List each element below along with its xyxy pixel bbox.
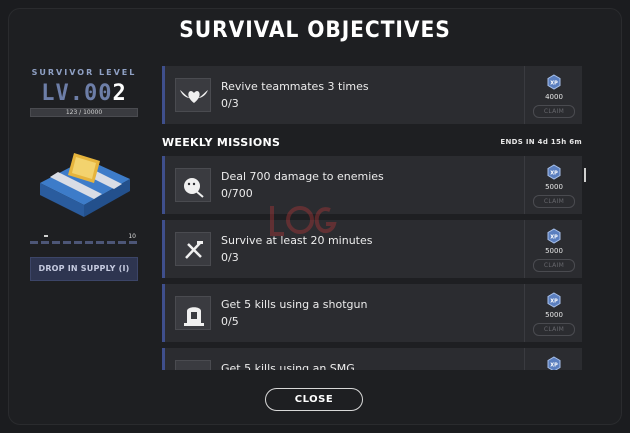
track-max-label: 10: [128, 233, 136, 240]
grenade-icon: [175, 168, 211, 202]
weekly-missions-header: WEEKLY MISSIONS ENDS IN 4d 15h 6m: [162, 130, 582, 156]
mission-card: Deal 700 damage to enemies 0/700 XP 5000…: [162, 156, 582, 214]
mission-card: Get 5 kills using an SMG XP: [162, 348, 582, 370]
weekly-ends-timer: ENDS IN 4d 15h 6m: [500, 138, 582, 146]
xp-icon: XP: [547, 74, 561, 90]
claim-button[interactable]: CLAIM: [533, 105, 575, 118]
xp-amount: 5000: [545, 247, 563, 255]
crossed-tools-icon: [175, 232, 211, 266]
claim-button[interactable]: CLAIM: [533, 323, 575, 336]
claim-button[interactable]: CLAIM: [533, 195, 575, 208]
xp-icon: XP: [547, 292, 561, 308]
xp-icon: XP: [547, 164, 561, 180]
svg-text:XP: XP: [550, 81, 558, 87]
claim-button[interactable]: CLAIM: [533, 259, 575, 272]
svg-text:XP: XP: [550, 171, 558, 177]
mission-reward: XP 4000 CLAIM: [524, 66, 582, 124]
level-prefix: LV.00: [41, 81, 113, 106]
survivor-level-value: LV.002: [30, 81, 138, 106]
mission-list[interactable]: Revive teammates 3 times 0/3 XP 4000 CLA…: [162, 66, 582, 370]
mission-reward: XP: [524, 348, 582, 370]
mission-progress: 0/700: [221, 187, 253, 200]
mission-card: Survive at least 20 minutes 0/3 XP 5000 …: [162, 220, 582, 278]
survivor-level-label: SURVIVOR LEVEL: [31, 68, 137, 77]
track-marker: [44, 235, 48, 237]
mission-name: Deal 700 damage to enemies: [221, 170, 384, 183]
xp-icon: XP: [547, 356, 561, 370]
xp-icon: XP: [547, 228, 561, 244]
watermark-logo: [270, 206, 337, 236]
mission-name: Get 5 kills using a shotgun: [221, 298, 368, 311]
mission-name: Get 5 kills using an SMG: [221, 362, 355, 370]
drop-in-supply-button[interactable]: DROP IN SUPPLY (I): [30, 257, 138, 281]
mission-reward: XP 5000 CLAIM: [524, 156, 582, 214]
mission-progress: 0/5: [221, 315, 239, 328]
xp-amount: 5000: [545, 311, 563, 319]
supply-crate-icon: [30, 131, 138, 221]
mission-reward: XP 5000 CLAIM: [524, 220, 582, 278]
xp-amount: 5000: [545, 183, 563, 191]
xp-progress-bar: 123 / 10000: [30, 108, 138, 117]
survivor-panel: SURVIVOR LEVEL LV.002 123 / 10000 10 DRO…: [30, 68, 138, 281]
mission-progress: 0/3: [221, 97, 239, 110]
close-button[interactable]: CLOSE: [265, 388, 363, 411]
dialog-title: SURVIVAL OBJECTIVES: [179, 18, 451, 43]
target-icon: [175, 360, 211, 370]
mission-progress: 0/3: [221, 251, 239, 264]
mission-card: Revive teammates 3 times 0/3 XP 4000 CLA…: [162, 66, 582, 124]
svg-text:XP: XP: [550, 299, 558, 305]
winged-heart-icon: [175, 78, 211, 112]
track-segments: [30, 241, 138, 244]
mission-reward: XP 5000 CLAIM: [524, 284, 582, 342]
mission-card: Get 5 kills using a shotgun 0/5 XP 5000 …: [162, 284, 582, 342]
weekly-missions-title: WEEKLY MISSIONS: [162, 136, 281, 149]
xp-amount: 4000: [545, 93, 563, 101]
svg-text:XP: XP: [550, 363, 558, 369]
mission-name: Revive teammates 3 times: [221, 80, 369, 93]
level-track: 10: [30, 233, 138, 245]
level-digit: 2: [112, 81, 127, 106]
svg-text:XP: XP: [550, 235, 558, 241]
tombstone-icon: [175, 296, 211, 330]
mission-list-scrollbar[interactable]: [584, 168, 586, 182]
